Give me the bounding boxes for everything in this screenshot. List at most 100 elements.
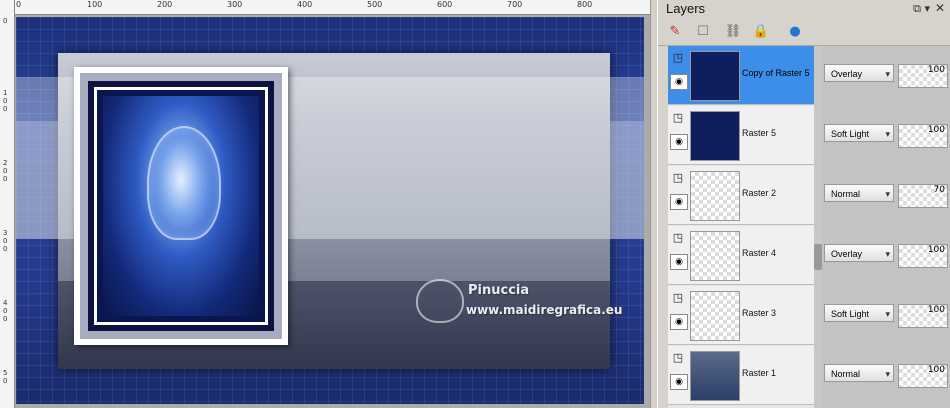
layer-icon: ◳ (672, 171, 684, 184)
new-layer-icon[interactable]: ✎ (666, 23, 684, 41)
link-icon[interactable]: ⛓ (724, 23, 742, 41)
opacity-slider[interactable]: 70 (898, 184, 948, 208)
ruler-mark: 1 (3, 89, 8, 97)
ruler-mark: 0 (3, 175, 8, 183)
heart-logo-icon (416, 279, 464, 323)
ruler-mark: 400 (297, 0, 313, 9)
ruler-mark: 0 (3, 17, 8, 25)
layer-row[interactable]: ◳ ◉ Raster 5 (668, 106, 818, 165)
frame-mat (80, 73, 282, 339)
layer-name: Copy of Raster 5 (742, 68, 810, 78)
ruler-mark: 0 (3, 315, 8, 323)
layer-thumbnail (690, 291, 740, 341)
layer-name: Raster 3 (742, 308, 777, 318)
ruler-mark: 200 (157, 0, 173, 9)
ruler-mark: 2 (3, 159, 8, 167)
blend-mode-dropdown[interactable]: Overlay (824, 244, 894, 263)
layer-name: Raster 5 (742, 128, 777, 138)
ruler-mark: 0 (3, 377, 8, 385)
visibility-eye-icon[interactable]: ◉ (670, 74, 688, 90)
ruler-mark: 5 (3, 369, 8, 377)
ruler-mark: 0 (3, 307, 8, 315)
opacity-value: 100 (927, 125, 945, 135)
canvas-area[interactable]: 0 100 200 300 400 500 600 700 800 0 1 0 … (0, 0, 650, 408)
opacity-slider[interactable]: 100 (898, 304, 948, 328)
blend-mode-dropdown[interactable]: Soft Light (824, 124, 894, 143)
layer-row[interactable]: ◳ ◉ Raster 3 (668, 286, 818, 345)
ruler-mark: 4 (3, 299, 8, 307)
frame-border (94, 87, 268, 325)
ruler-mark: 0 (16, 0, 22, 9)
layer-name: Raster 1 (742, 368, 777, 378)
palette-title: Layers (666, 1, 706, 16)
ruler-mark: 0 (3, 237, 8, 245)
opacity-value: 100 (927, 65, 945, 75)
layer-thumbnail (690, 171, 740, 221)
visibility-eye-icon[interactable]: ◉ (670, 314, 688, 330)
palette-toolbar: ✎ ☐ ⛓ 🔒 ● (658, 19, 950, 46)
framed-picture (103, 96, 259, 316)
watermark-name: Pinuccia (468, 283, 530, 298)
glass-dome (147, 126, 221, 240)
delete-layer-icon[interactable]: ● (786, 23, 804, 41)
layer-icon: ◳ (672, 111, 684, 124)
opacity-slider[interactable]: 100 (898, 64, 948, 88)
ruler-mark: 0 (3, 105, 8, 113)
layer-list: ◳ ◉ Copy of Raster 5 ◳ ◉ Raster 5 ◳ ◉ Ra… (668, 46, 818, 408)
palette-options-icon[interactable]: ⧉ ▾ (913, 2, 930, 16)
layer-thumbnail (690, 351, 740, 401)
layer-icon: ◳ (672, 351, 684, 364)
scrollbar-thumb[interactable] (814, 244, 822, 270)
visibility-eye-icon[interactable]: ◉ (670, 134, 688, 150)
blend-mode-dropdown[interactable]: Normal (824, 364, 894, 383)
ruler-mark: 0 (3, 97, 8, 105)
layers-palette: Layers ⧉ ▾ ✕ ✎ ☐ ⛓ 🔒 ● ◳ ◉ Copy of Raste… (658, 0, 950, 408)
ruler-mark: 300 (227, 0, 243, 9)
panel-splitter[interactable] (650, 0, 658, 408)
blend-mode-dropdown[interactable]: Soft Light (824, 304, 894, 323)
visibility-eye-icon[interactable]: ◉ (670, 194, 688, 210)
opacity-slider[interactable]: 100 (898, 244, 948, 268)
layer-name: Raster 4 (742, 248, 777, 258)
vertical-ruler: 0 1 0 0 2 0 0 3 0 0 4 0 0 5 0 (0, 0, 15, 408)
watermark: Pinuccia www.maidiregrafica.eu (416, 275, 644, 335)
layer-row[interactable]: ◳ ◉ Raster 4 (668, 226, 818, 285)
layer-thumbnail (690, 111, 740, 161)
watermark-site: www.maidiregrafica.eu (466, 303, 623, 317)
ruler-mark: 0 (3, 245, 8, 253)
opacity-slider[interactable]: 100 (898, 364, 948, 388)
layer-icon: ◳ (672, 51, 684, 64)
layer-props: Overlay 100 (822, 226, 950, 284)
close-icon[interactable]: ✕ (935, 1, 945, 15)
visibility-eye-icon[interactable]: ◉ (670, 254, 688, 270)
layer-row[interactable]: ◳ ◉ Raster 1 (668, 346, 818, 405)
opacity-value: 70 (933, 185, 945, 195)
layer-row[interactable]: ◳ ◉ Copy of Raster 5 (668, 46, 818, 105)
layer-thumbnail (690, 51, 740, 101)
ruler-mark: 700 (507, 0, 523, 9)
lock-icon[interactable]: 🔒 (752, 23, 770, 41)
opacity-value: 100 (927, 245, 945, 255)
frame-inner (88, 81, 274, 331)
layer-thumbnail (690, 231, 740, 281)
layer-name: Raster 2 (742, 188, 777, 198)
layer-icon: ◳ (672, 231, 684, 244)
blend-mode-dropdown[interactable]: Normal (824, 184, 894, 203)
ruler-mark: 3 (3, 229, 8, 237)
opacity-slider[interactable]: 100 (898, 124, 948, 148)
layer-icon: ◳ (672, 291, 684, 304)
layer-props: Soft Light 100 (822, 106, 950, 164)
visibility-eye-icon[interactable]: ◉ (670, 374, 688, 390)
blend-mode-dropdown[interactable]: Overlay (824, 64, 894, 83)
layer-properties-icon[interactable]: ☐ (694, 23, 712, 41)
ruler-mark: 600 (437, 0, 453, 9)
opacity-value: 100 (927, 305, 945, 315)
opacity-value: 100 (927, 365, 945, 375)
layer-props: Overlay 100 (822, 46, 950, 104)
layer-row[interactable]: ◳ ◉ Raster 2 (668, 166, 818, 225)
image-canvas[interactable]: Pinuccia www.maidiregrafica.eu (16, 17, 644, 404)
layer-scrollbar[interactable] (814, 46, 822, 408)
layer-props: Normal 70 (822, 166, 950, 224)
layer-props: Soft Light 100 (822, 286, 950, 344)
picture-frame (74, 67, 288, 345)
